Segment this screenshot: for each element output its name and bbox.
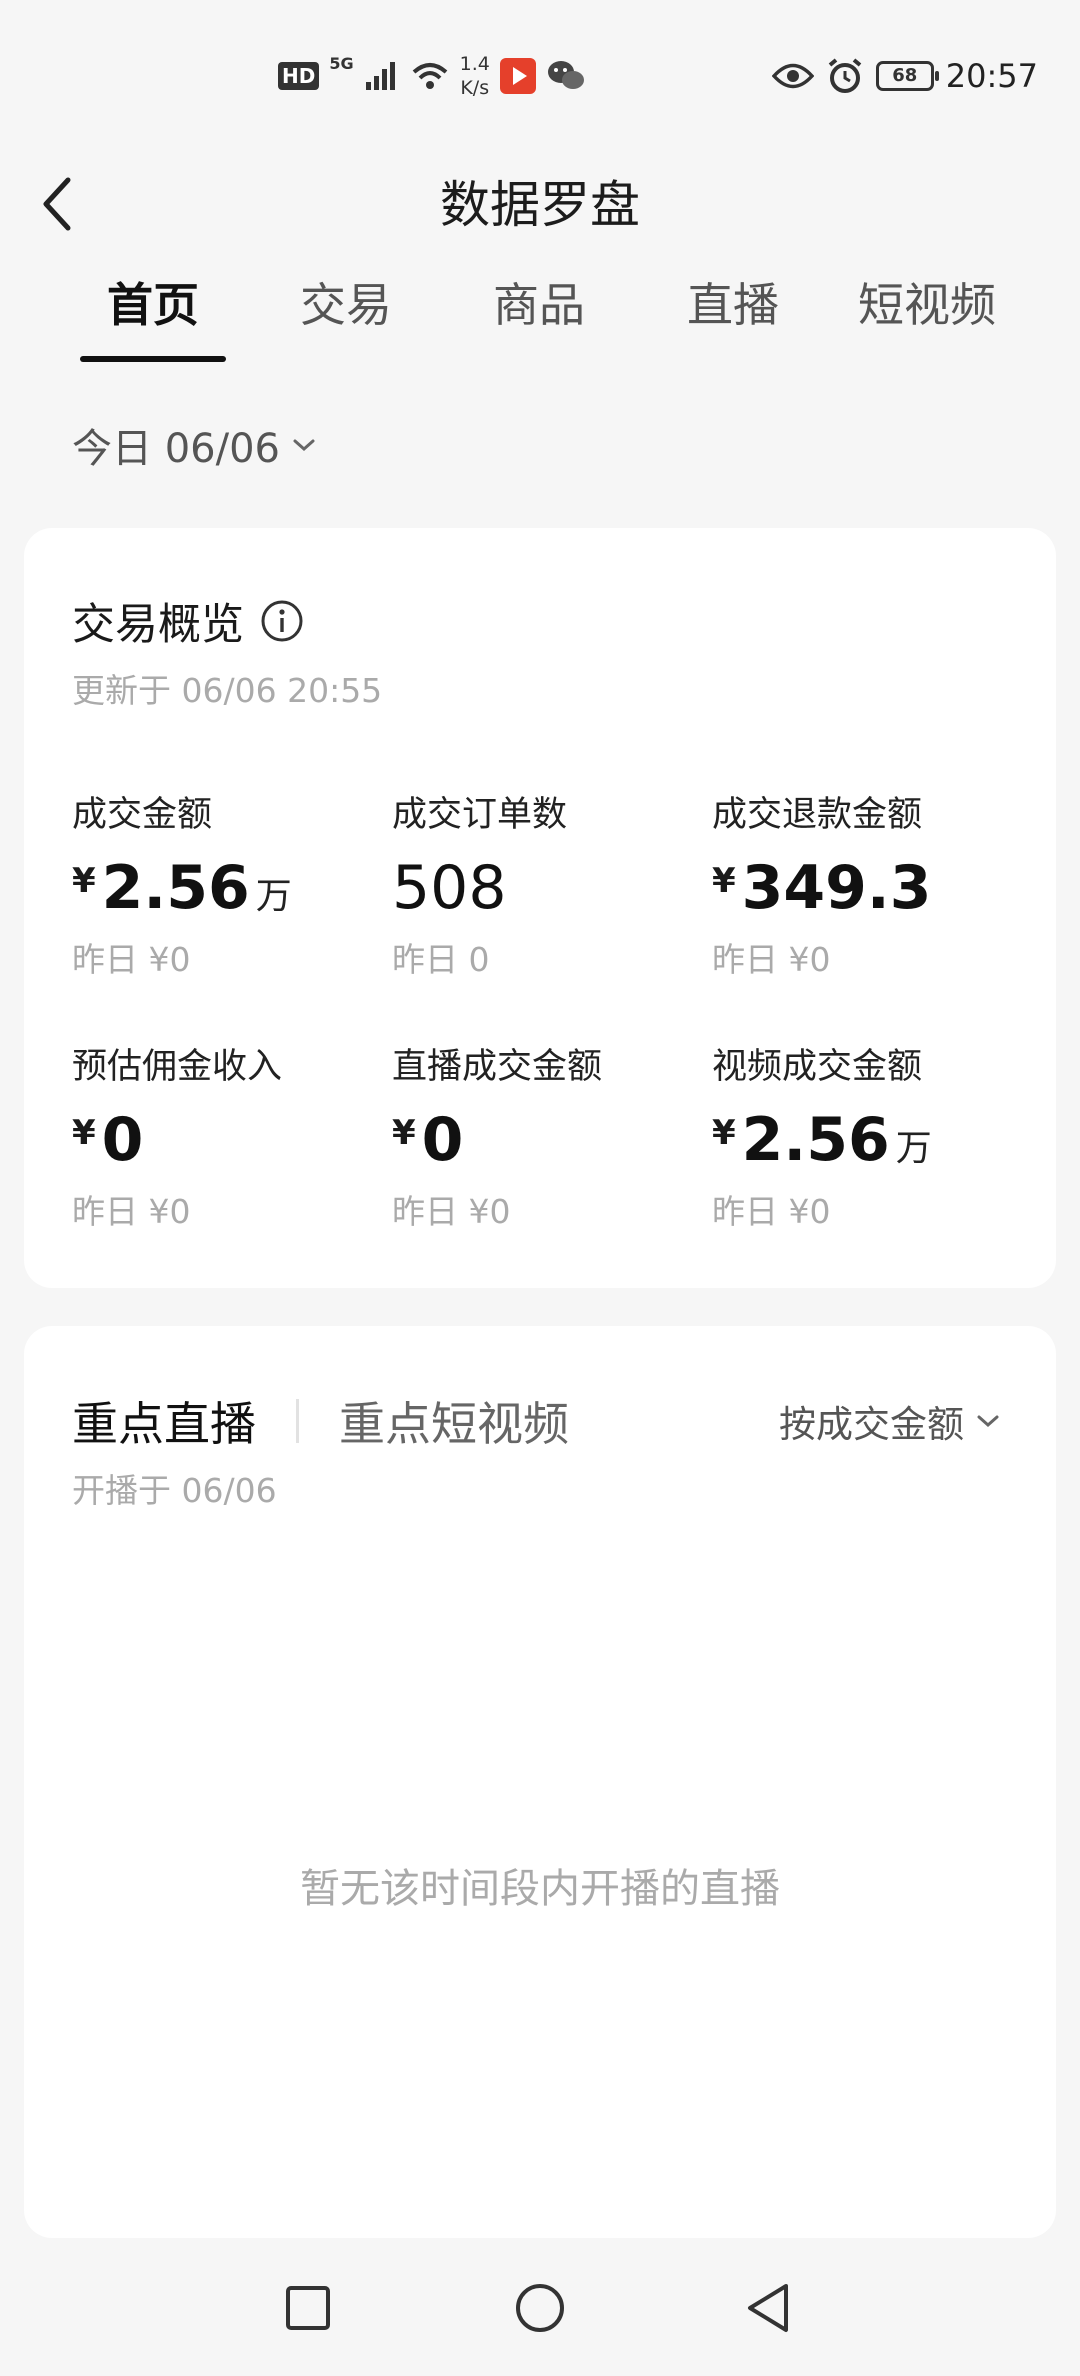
metric-refund[interactable]: 成交退款金额 ¥ 349.3 昨日 ¥0 [712,786,1032,981]
metric-yesterday: 昨日 ¥0 [392,1192,511,1231]
home-icon [516,2284,564,2332]
metric-orders[interactable]: 成交订单数 508 昨日 0 [392,786,712,981]
wifi-icon [412,63,447,89]
metric-amount: 2.56 [741,1105,890,1175]
live-tabs: 重点直播 重点短视频 [72,1388,569,1454]
metric-value: ¥ 0 [392,1105,712,1175]
tab-short-video[interactable]: 短视频 [837,262,1017,362]
speed-value: 1.4 [459,53,490,75]
metric-label: 视频成交金额 [712,1047,923,1087]
network-speed: 1.4 K/s [460,52,490,100]
overview-updated-time: 更新于 06/06 20:55 [72,671,383,710]
currency-symbol: ¥ [72,861,96,901]
battery-icon: 68 [875,61,939,91]
live-start-date: 开播于 06/06 [72,1471,277,1510]
metric-value: ¥ 0 [72,1105,392,1175]
back-triangle-icon [748,2284,788,2332]
chevron-down-icon [977,1415,999,1428]
overview-header: 交易概览 [72,590,304,652]
info-icon[interactable] [260,599,304,643]
metric-label: 预估佣金收入 [72,1047,283,1087]
main-tabs: 首页 交易 商品 直播 短视频 [40,262,1060,362]
metric-unit: 万 [255,876,292,917]
metric-value: ¥ 2.56 万 [72,853,392,923]
system-back-button[interactable] [728,2268,808,2348]
video-app-icon [499,58,536,94]
metric-label: 直播成交金额 [392,1047,603,1087]
sort-label: 按成交金额 [779,1403,964,1446]
eye-icon [771,63,814,89]
system-nav-bar [0,2246,1080,2376]
tab-home[interactable]: 首页 [63,262,243,362]
sort-dropdown[interactable]: 按成交金额 [779,1394,1000,1448]
currency-symbol: ¥ [712,1113,736,1153]
hd-badge: HD [278,62,320,90]
clock-time: 20:57 [945,57,1038,95]
status-bar: HD 5G 1.4 K/s 68 20:57 [0,0,1080,150]
tab-featured-short-video[interactable]: 重点短视频 [339,1388,569,1454]
currency-symbol: ¥ [392,1113,416,1153]
alarm-icon [828,58,862,93]
metric-value: ¥ 349.3 [712,853,1032,923]
date-selector[interactable]: 今日 06/06 [72,414,316,476]
metric-yesterday: 昨日 ¥0 [72,1192,191,1231]
metric-unit: 万 [895,1128,932,1169]
metric-value: 508 [392,853,712,923]
chevron-down-icon [293,439,315,452]
metric-value: ¥ 2.56 万 [712,1105,1032,1175]
metric-amount: 349.3 [741,853,932,923]
tab-featured-live[interactable]: 重点直播 [72,1388,256,1454]
metric-yesterday: 昨日 ¥0 [712,940,831,979]
metric-commission[interactable]: 预估佣金收入 ¥ 0 昨日 ¥0 [72,1038,392,1233]
recent-apps-icon [286,2286,330,2330]
signal-icon [365,62,395,90]
date-label: 今日 06/06 [72,426,280,472]
metric-label: 成交订单数 [392,795,568,835]
trade-overview-card: 交易概览 更新于 06/06 20:55 成交金额 ¥ 2.56 万 昨日 ¥0… [24,528,1056,1288]
status-left: HD 5G 1.4 K/s [278,48,586,104]
featured-live-card: 重点直播 重点短视频 按成交金额 开播于 06/06 暂无该时间段内开播的直播 [24,1326,1056,2238]
metric-amount: 0 [421,1105,464,1175]
speed-unit: K/s [460,77,490,99]
metric-video-gmv[interactable]: 视频成交金额 ¥ 2.56 万 昨日 ¥0 [712,1038,1032,1233]
wechat-icon [547,61,584,89]
metric-yesterday: 昨日 ¥0 [72,940,191,979]
metric-amount: 508 [392,853,507,923]
status-right: 68 20:57 [771,48,1038,104]
empty-state-message: 暂无该时间段内开播的直播 [300,1866,780,1912]
active-tab-indicator [80,356,226,362]
tab-live[interactable]: 直播 [643,262,823,362]
metric-gmv[interactable]: 成交金额 ¥ 2.56 万 昨日 ¥0 [72,786,392,981]
metric-label: 成交退款金额 [712,795,923,835]
tab-trade[interactable]: 交易 [256,262,436,362]
recent-apps-button[interactable] [268,2268,348,2348]
page-title: 数据罗盘 [440,176,640,234]
metric-label: 成交金额 [72,795,213,835]
overview-title: 交易概览 [72,600,244,650]
header: 数据罗盘 [0,150,1080,260]
metric-amount: 2.56 [101,853,250,923]
metric-yesterday: 昨日 ¥0 [712,1192,831,1231]
currency-symbol: ¥ [712,861,736,901]
tab-product[interactable]: 商品 [449,262,629,362]
home-button[interactable] [500,2268,580,2348]
metric-amount: 0 [101,1105,144,1175]
metric-live-gmv[interactable]: 直播成交金额 ¥ 0 昨日 ¥0 [392,1038,712,1233]
metric-yesterday: 昨日 0 [392,940,490,979]
tab-divider [296,1399,299,1443]
network-type: 5G [329,54,354,73]
currency-symbol: ¥ [72,1113,96,1153]
